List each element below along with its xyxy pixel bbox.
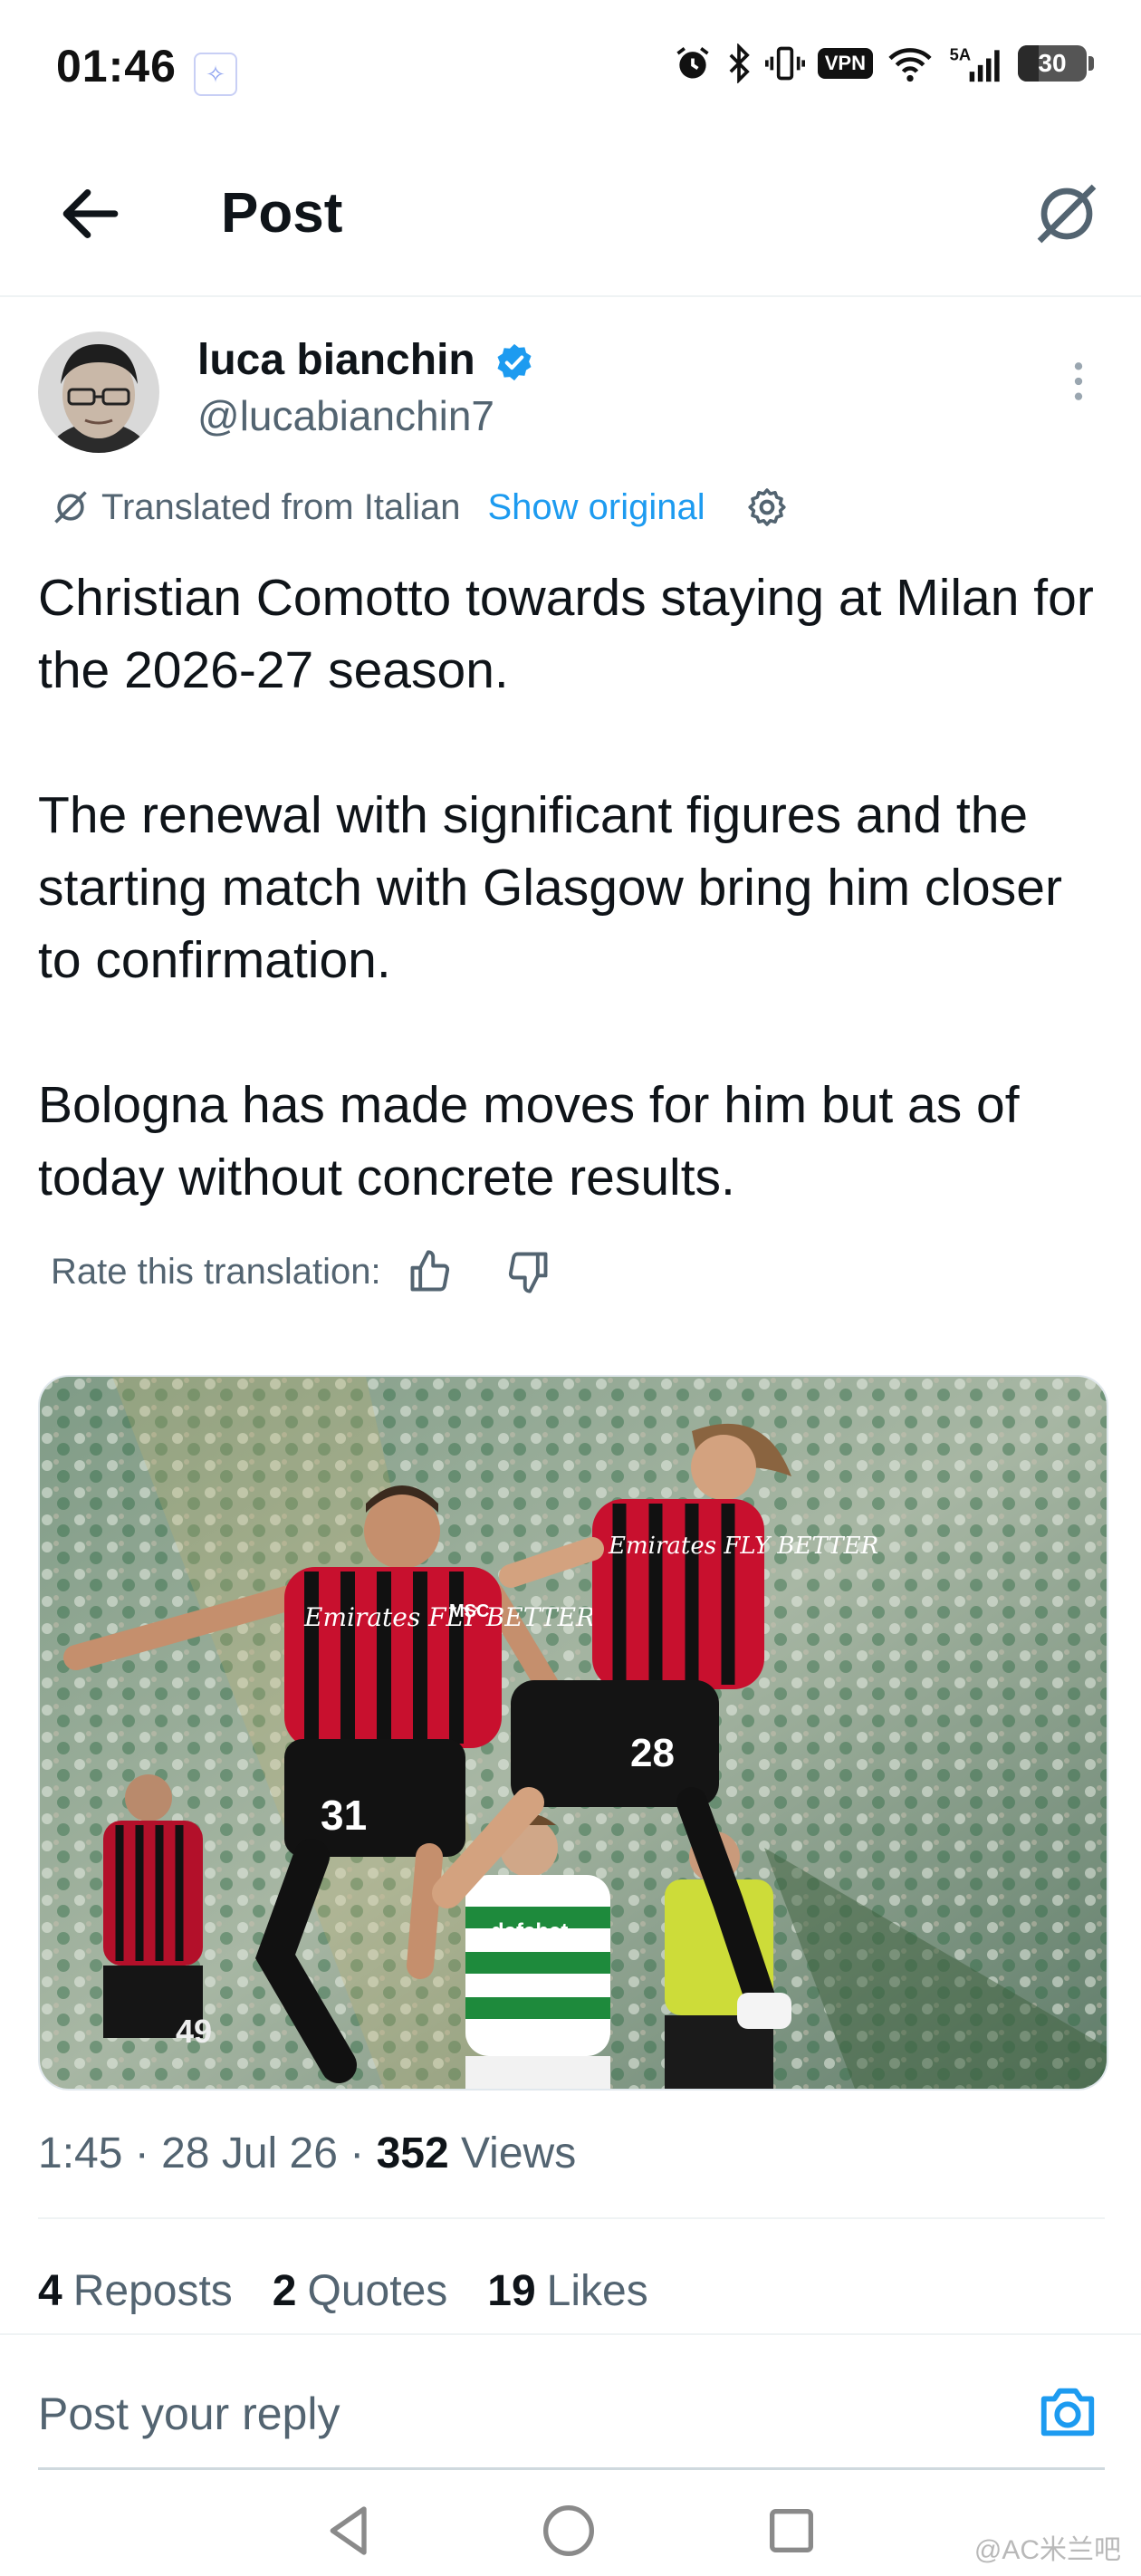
quotes-stat[interactable]: 2 Quotes [273,2266,447,2316]
thumb-down-icon[interactable] [504,1248,551,1295]
thumb-up-icon[interactable] [407,1248,454,1295]
likes-count: 19 [487,2267,536,2315]
rate-translation-label: Rate this translation: [51,1251,381,1292]
rate-translation-row: Rate this translation: [51,1245,551,1299]
watermark: @AC米兰吧 [973,2535,1121,2565]
vpn-icon: VPN [817,48,873,79]
reposts-count: 4 [38,2267,62,2315]
header-divider [0,295,1141,297]
post-meta: 1:45 · 28 Jul 26 · 352 Views [38,2129,577,2177]
camera-button[interactable] [1036,2380,1099,2444]
back-button[interactable] [54,178,127,250]
reply-input[interactable] [38,2382,944,2446]
reposts-label: Reposts [72,2267,233,2315]
post-paragraph: Christian Comotto towards staying at Mil… [38,569,1094,699]
jersey-number: 28 [630,1731,675,1775]
author-name[interactable]: luca bianchin [197,335,475,385]
reposts-stat[interactable]: 4 Reposts [38,2266,233,2316]
jersey-number: 49 [176,2013,212,2050]
post-text: Christian Comotto towards staying at Mil… [38,562,1116,1214]
sponsor-text: dafabet [491,1919,568,1944]
meta-divider [38,2217,1105,2219]
stats-row: 4 Reposts 2 Quotes 19 Likes [38,2266,648,2316]
camera-icon [1040,2388,1095,2437]
jersey-logo: MSC [449,1601,489,1621]
jersey-number: 31 [321,1792,367,1839]
likes-label: Likes [546,2267,648,2315]
grok-translate-icon [54,491,87,524]
post-paragraph: Bologna has made moves for him but as of… [38,1076,1020,1206]
author-handle[interactable]: @lucabianchin7 [197,391,494,440]
arrow-left-icon [62,189,119,238]
grok-icon [1037,184,1097,244]
verified-badge-icon [494,342,534,382]
nav-home-button[interactable] [540,2502,598,2560]
vibrate-icon [764,46,805,81]
status-icons: VPN 5A 30 [673,43,1094,83]
reply-underline [38,2467,1105,2470]
status-time: 01:46 [56,41,177,91]
quotes-count: 2 [272,2267,297,2315]
avatar[interactable] [38,332,159,453]
gear-icon[interactable] [745,485,789,529]
football-photo: 49 dafabet Emirates FLY BETTER MSC 31 Em… [40,1377,1107,2089]
circle-home-icon [543,2505,594,2556]
cellular-5a-icon: 5A [950,44,1000,82]
reply-divider [0,2333,1141,2335]
page-title: Post [221,182,343,245]
wifi-icon [888,48,932,82]
views-label: Views [461,2129,577,2177]
square-recents-icon [770,2509,813,2552]
quotes-label: Quotes [307,2267,448,2315]
likes-stat[interactable]: 19 Likes [487,2266,647,2316]
views-count: 352 [376,2129,449,2177]
notification-icon: ✧ [194,53,237,96]
grok-button[interactable] [1031,178,1103,250]
alarm-icon [676,47,709,79]
post-image[interactable]: 49 dafabet Emirates FLY BETTER MSC 31 Em… [38,1375,1108,2091]
jersey-sponsor: Emirates FLY BETTER [608,1533,878,1560]
show-original-link[interactable]: Show original [487,487,705,528]
avatar-image [38,332,159,453]
post-date: 28 Jul 26 [161,2129,338,2177]
post-time: 1:45 [38,2129,123,2177]
more-options-icon[interactable] [1065,359,1092,404]
bluetooth-icon [729,43,750,83]
translation-row: Translated from Italian Show original [51,480,789,534]
nav-back-button[interactable] [321,2502,379,2560]
nav-recents-button[interactable] [762,2502,820,2560]
svg-text:5A: 5A [950,44,971,63]
battery-icon: 30 [1018,45,1094,82]
post-paragraph: The renewal with significant figures and… [38,786,1062,989]
translated-label: Translated from Italian [101,486,461,527]
triangle-back-icon [330,2506,367,2555]
